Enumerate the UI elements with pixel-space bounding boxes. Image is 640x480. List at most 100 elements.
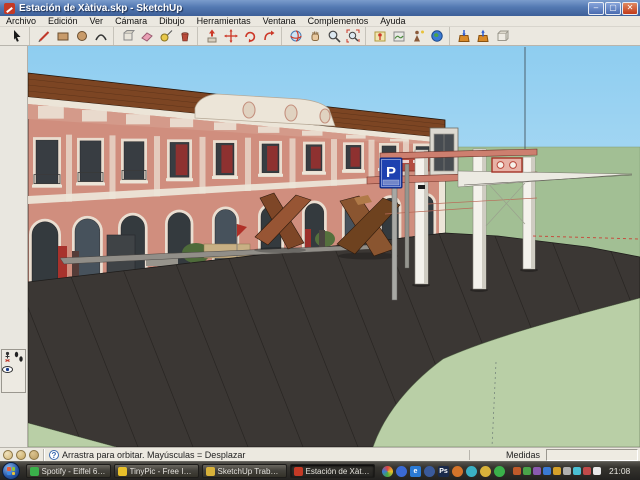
photo-textures-icon xyxy=(411,29,425,43)
toggle-terrain-tool-button[interactable] xyxy=(389,28,408,45)
tray-icon[interactable] xyxy=(523,467,531,475)
walk-tool-button[interactable] xyxy=(13,350,24,363)
chrome-icon[interactable] xyxy=(382,466,393,477)
geolocation-status-icon[interactable] xyxy=(3,450,13,460)
push-pull-tool-button[interactable] xyxy=(202,28,221,45)
taskbar-button-sketchup[interactable]: Estación de Xàtiva.skp... xyxy=(290,464,375,478)
explorer-icon[interactable] xyxy=(424,466,435,477)
look-around-tool-button[interactable] xyxy=(2,363,13,376)
statusbar-hint: Arrastra para orbitar. Mayúsculas = Desp… xyxy=(62,450,469,460)
position-camera-icon xyxy=(2,351,13,362)
menu-herramientas[interactable]: Herramientas xyxy=(191,16,257,27)
components-tool-button[interactable] xyxy=(492,28,511,45)
arc-tool-button[interactable] xyxy=(91,28,110,45)
spotify-icon[interactable] xyxy=(494,466,505,477)
messenger-icon[interactable] xyxy=(396,466,407,477)
walk-icon xyxy=(13,351,24,362)
components-icon xyxy=(495,29,509,43)
tray-icon[interactable] xyxy=(583,467,591,475)
viewport-canvas[interactable]: P xyxy=(28,46,640,447)
follow-me-tool-button[interactable] xyxy=(259,28,278,45)
arch-opening xyxy=(32,222,58,282)
tray-icon[interactable] xyxy=(553,467,561,475)
menu-camara[interactable]: Cámara xyxy=(109,16,153,27)
follow-me-icon xyxy=(262,29,276,43)
taskbar-button-chrome[interactable]: TinyPic - Free Image H... xyxy=(114,464,199,478)
taskbar-clock[interactable]: 21:08 xyxy=(609,466,630,476)
menu-bar: ArchivoEdiciónVerCámaraDibujoHerramienta… xyxy=(0,16,640,27)
start-button[interactable] xyxy=(2,462,20,480)
menu-ver[interactable]: Ver xyxy=(84,16,110,27)
firefox-icon[interactable] xyxy=(452,466,463,477)
sketchup-icon xyxy=(294,467,303,476)
tray-icon[interactable] xyxy=(513,467,521,475)
menu-dibujo[interactable]: Dibujo xyxy=(153,16,191,27)
task-buttons: Spotify - Eiffel 65 - Vi... TinyPic - Fre… xyxy=(24,464,376,478)
credits-status-icon[interactable] xyxy=(16,450,26,460)
taskbar-button-spotify[interactable]: Spotify - Eiffel 65 - Vi... xyxy=(26,464,111,478)
menu-edicion[interactable]: Edición xyxy=(42,16,84,27)
folder-icon[interactable] xyxy=(480,466,491,477)
pan-tool-button[interactable] xyxy=(305,28,324,45)
maximize-button[interactable]: ▢ xyxy=(605,2,621,15)
upper-window xyxy=(80,141,101,182)
circle-tool-button[interactable] xyxy=(72,28,91,45)
toggle-terrain-icon xyxy=(392,29,406,43)
toolbar xyxy=(0,27,640,46)
media-icon[interactable] xyxy=(466,466,477,477)
title-bar: Estación de Xàtiva.skp - SketchUp – ▢ ✕ xyxy=(0,0,640,16)
menu-ayuda[interactable]: Ayuda xyxy=(374,16,411,27)
model-status-icon[interactable] xyxy=(29,450,39,460)
tray-icon[interactable] xyxy=(573,467,581,475)
ie-icon[interactable]: e xyxy=(410,466,421,477)
move-tool-button[interactable] xyxy=(221,28,240,45)
share-models-tool-button[interactable] xyxy=(473,28,492,45)
push-pull-icon xyxy=(205,29,219,43)
zoom-extents-icon xyxy=(346,29,360,43)
paint-bucket-tool-button[interactable] xyxy=(175,28,194,45)
make-component-icon xyxy=(121,29,135,43)
task-button-label: TinyPic - Free Image H... xyxy=(130,467,195,476)
add-location-tool-button[interactable] xyxy=(370,28,389,45)
sign-pole xyxy=(392,188,397,300)
photo-textures-tool-button[interactable] xyxy=(408,28,427,45)
tray-icon[interactable] xyxy=(543,467,551,475)
paint-bucket-icon xyxy=(178,29,192,43)
rotate-tool-button[interactable] xyxy=(240,28,259,45)
taskbar-button-folder[interactable]: SketchUp Trabajos xyxy=(202,464,287,478)
menu-archivo[interactable]: Archivo xyxy=(0,16,42,27)
circle-icon xyxy=(75,29,89,43)
measurements-value-box[interactable] xyxy=(546,449,638,461)
menu-complementos[interactable]: Complementos xyxy=(302,16,375,27)
photoshop-icon[interactable]: Ps xyxy=(438,466,449,477)
select-tool-button[interactable] xyxy=(7,28,26,45)
orbit-icon xyxy=(289,29,303,43)
menu-ventana[interactable]: Ventana xyxy=(257,16,302,27)
tape-measure-tool-button[interactable] xyxy=(156,28,175,45)
help-icon[interactable]: ? xyxy=(49,450,59,460)
tray-icon[interactable] xyxy=(563,467,571,475)
preview-in-google-earth-tool-button[interactable] xyxy=(427,28,446,45)
line-tool-button[interactable] xyxy=(34,28,53,45)
toolbar-group xyxy=(449,27,511,45)
look-around-icon xyxy=(2,364,13,375)
camera-tools-palette xyxy=(1,349,26,393)
toolbar-group xyxy=(29,27,110,45)
red-sign[interactable] xyxy=(492,158,522,172)
zoom-tool-button[interactable] xyxy=(324,28,343,45)
zoom-extents-tool-button[interactable] xyxy=(343,28,362,45)
orbit-tool-button[interactable] xyxy=(286,28,305,45)
rectangle-tool-button[interactable] xyxy=(53,28,72,45)
eraser-tool-button[interactable] xyxy=(137,28,156,45)
tray-icon[interactable] xyxy=(533,467,541,475)
tray-icon[interactable] xyxy=(593,467,601,475)
get-models-icon xyxy=(457,29,471,43)
position-camera-tool-button[interactable] xyxy=(2,350,13,363)
close-button[interactable]: ✕ xyxy=(622,2,638,15)
minimize-button[interactable]: – xyxy=(588,2,604,15)
get-models-tool-button[interactable] xyxy=(454,28,473,45)
make-component-tool-button[interactable] xyxy=(118,28,137,45)
move-icon xyxy=(224,29,238,43)
select-icon xyxy=(10,29,24,43)
zoom-icon xyxy=(327,29,341,43)
